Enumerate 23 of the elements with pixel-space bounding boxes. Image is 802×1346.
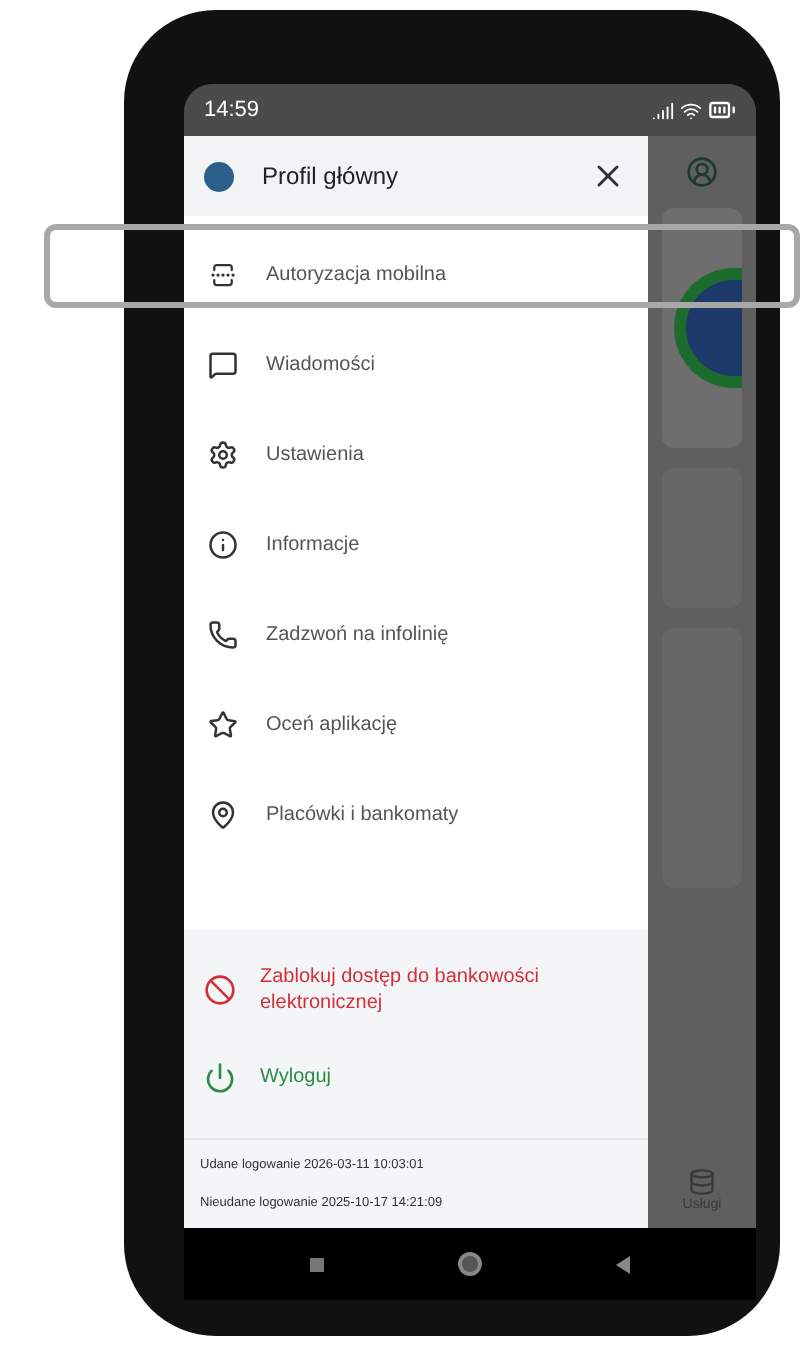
scan-frame-icon <box>208 260 238 290</box>
signal-icon <box>652 99 674 121</box>
power-icon <box>204 1061 236 1093</box>
home-icon <box>457 1252 482 1276</box>
block-access-link[interactable]: Zablokuj dostęp do bankowości elektronicznej <box>184 945 648 1033</box>
back-icon <box>615 1255 630 1273</box>
ring-chart-drawing <box>674 268 742 388</box>
battery-icon <box>708 96 736 124</box>
settings-icon <box>208 440 238 470</box>
status-time: 14:59 <box>204 95 260 126</box>
avatar <box>204 161 234 191</box>
wifi-icon <box>680 99 702 121</box>
ban-icon <box>204 973 236 1005</box>
logout-link[interactable]: Wyloguj <box>184 1033 648 1121</box>
message-icon <box>208 350 238 380</box>
profile-icon <box>686 156 718 188</box>
star-icon <box>208 710 238 740</box>
phone-icon <box>208 620 238 650</box>
info-icon <box>208 530 238 560</box>
recent-apps-icon <box>310 1257 325 1271</box>
database-icon <box>687 1167 716 1195</box>
map-pin-icon <box>208 800 238 830</box>
drawer-title: Profil główny <box>262 160 401 194</box>
